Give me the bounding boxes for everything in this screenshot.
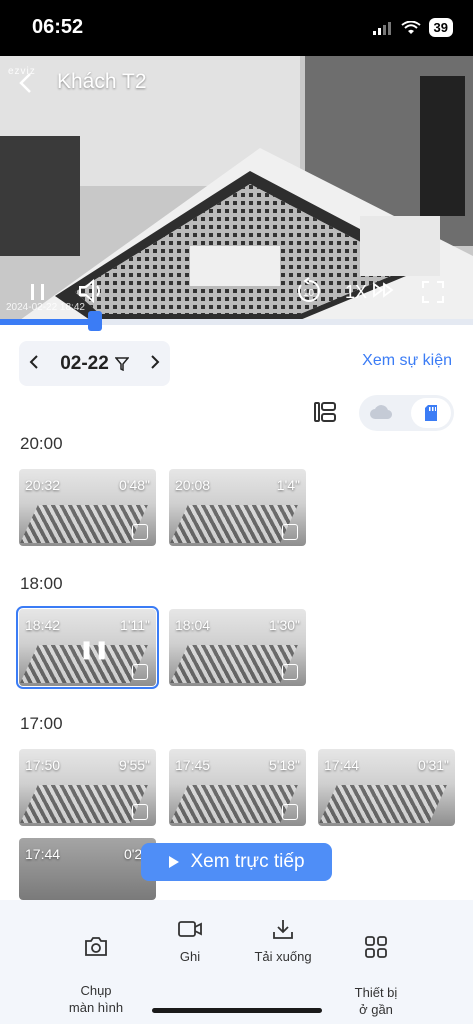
clip-duration: 0'31" (417, 757, 449, 773)
person-detected-icon (282, 524, 298, 540)
screenshot-label: Chụp màn hình (68, 983, 124, 1015)
live-view-button[interactable]: Xem trực tiếp (141, 843, 332, 881)
speed-label: 1X (345, 282, 368, 302)
video-player[interactable]: ezviz Khách T2 2024-02-22 18:42 10 1X (0, 56, 473, 320)
replay-10-icon: 10 (298, 277, 320, 302)
clip-thumbnail[interactable]: 17:50 9'55" (19, 749, 156, 826)
clip-thumbnail[interactable]: 17:44 0'31" (318, 749, 455, 826)
hour-header: 17:00 (20, 714, 63, 733)
download-label: Tải xuống (254, 949, 312, 964)
camera-scene (0, 56, 473, 320)
speaker-icon (79, 278, 100, 304)
clip-duration: 9'55" (118, 757, 150, 773)
clip-duration: 0'48" (118, 477, 150, 493)
filter-icon (114, 356, 129, 371)
clip-thumbnail[interactable]: 17:44 0'27 (19, 838, 156, 900)
date-text: 02-22 (60, 352, 109, 374)
clip-time: 20:32 (25, 477, 61, 493)
layout-toggle-button[interactable] (313, 400, 337, 429)
record-label: Ghi (179, 949, 201, 964)
clip-image (20, 785, 148, 823)
fullscreen-button[interactable] (421, 280, 445, 309)
sd-card-icon (425, 405, 437, 421)
status-time: 06:52 (32, 16, 84, 38)
back-button[interactable] (18, 70, 32, 101)
rewind-10-button[interactable]: 10 (295, 277, 323, 310)
signal-icon (372, 21, 391, 35)
chevron-left-icon (29, 355, 38, 369)
clip-thumbnail[interactable]: 18:04 1'30" (169, 609, 306, 686)
clip-image (170, 785, 298, 823)
clip-image (319, 785, 447, 823)
status-bar: 06:52 39 (0, 0, 473, 56)
clip-thumbnail-selected[interactable]: 18:42 1'11" ❚❚ (16, 606, 159, 689)
cloud-icon (370, 405, 393, 420)
fullscreen-icon (422, 281, 444, 303)
prev-date-button[interactable] (29, 353, 39, 374)
nearby-devices-button[interactable]: Thiết bị ở gần (331, 918, 421, 1018)
fast-forward-icon (373, 282, 394, 298)
video-timestamp: 2024-02-22 18:42 (6, 302, 85, 313)
home-indicator (152, 1008, 322, 1013)
video-camera-icon (178, 921, 202, 937)
screenshot-button[interactable]: Chụp màn hình (51, 918, 141, 1016)
clip-time: 18:42 (25, 617, 61, 633)
playback-progress[interactable] (0, 311, 473, 331)
camera-icon (85, 937, 107, 956)
next-date-button[interactable] (150, 353, 160, 374)
clip-duration: 5'18" (268, 757, 300, 773)
pause-icon (31, 284, 44, 300)
status-icons: 39 (372, 18, 453, 37)
clip-image (170, 645, 298, 683)
live-view-label: Xem trực tiếp (190, 851, 305, 872)
hour-header: 20:00 (20, 434, 63, 453)
progress-handle[interactable] (87, 311, 102, 331)
battery-indicator: 39 (428, 18, 453, 37)
person-detected-icon (132, 664, 148, 680)
wifi-icon (400, 20, 421, 34)
clip-image (20, 505, 148, 543)
person-detected-icon (132, 804, 148, 820)
clip-thumbnail[interactable]: 20:32 0'48" (19, 469, 156, 546)
clip-time: 18:04 (175, 617, 211, 633)
grid-icon (365, 936, 387, 958)
clip-time: 17:44 (25, 846, 61, 862)
download-icon (273, 920, 293, 939)
clip-duration: 1'30" (268, 617, 300, 633)
clip-thumbnail[interactable]: 20:08 1'4" (169, 469, 306, 546)
clip-image (170, 505, 298, 543)
sd-card-option[interactable] (411, 398, 451, 428)
progress-fill (0, 319, 95, 325)
date-selector: 02-22 (19, 341, 170, 386)
play-icon (169, 856, 180, 868)
clip-duration: 1'4" (276, 477, 300, 493)
date-label[interactable]: 02-22 (60, 353, 129, 375)
view-events-link[interactable]: Xem sự kiện (362, 352, 452, 370)
clip-time: 17:50 (25, 757, 61, 773)
clip-duration: 1'11" (120, 617, 150, 633)
person-detected-icon (282, 664, 298, 680)
clip-thumbnail[interactable]: 17:45 5'18" (169, 749, 306, 826)
chevron-left-icon (19, 73, 31, 93)
clip-time: 17:45 (175, 757, 211, 773)
list-layout-icon (314, 402, 336, 422)
playing-pause-icon: ❚❚ (79, 639, 110, 659)
svg-text:10: 10 (303, 288, 315, 299)
clip-time: 17:44 (324, 757, 360, 773)
playback-speed-button[interactable]: 1X (345, 282, 396, 303)
storage-source-toggle[interactable] (359, 395, 454, 431)
clip-time: 20:08 (175, 477, 211, 493)
download-button[interactable]: Tải xuống (238, 918, 328, 965)
bottom-toolbar: Chụp màn hình Ghi Tải xuống Thiết bị ở g… (0, 900, 473, 1024)
hour-header: 18:00 (20, 574, 63, 593)
chevron-right-icon (151, 355, 160, 369)
record-button[interactable]: Ghi (145, 918, 235, 965)
nearby-devices-label: Thiết bị ở gần (354, 985, 398, 1017)
camera-title: Khách T2 (57, 70, 147, 93)
person-detected-icon (132, 524, 148, 540)
person-detected-icon (282, 804, 298, 820)
